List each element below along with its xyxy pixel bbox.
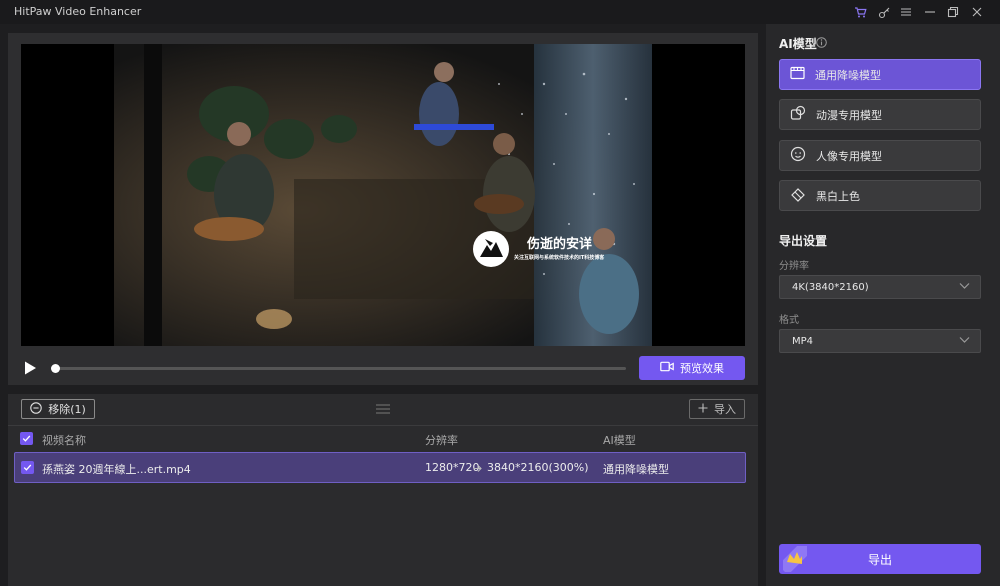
menu-icon[interactable] (898, 4, 914, 20)
watermark-subtitle: 关注互联网与系统软件技术的IT科技博客 (514, 255, 605, 261)
remove-circle-icon (30, 401, 42, 417)
collapse-handle-icon[interactable] (374, 402, 392, 416)
ai-model-title: AI模型 (779, 37, 817, 51)
import-button-label: 导入 (714, 403, 736, 416)
plus-icon (698, 403, 708, 416)
file-list-panel (8, 394, 758, 586)
row-model: 通用降噪模型 (603, 463, 669, 476)
preview-effect-button[interactable]: 预览效果 (639, 356, 745, 380)
paint-bucket-icon (790, 186, 806, 205)
anime-icon (790, 105, 806, 124)
model-label: 黑白上色 (816, 189, 860, 203)
preview-effect-label: 预览效果 (680, 362, 724, 375)
watermark-title: 伤逝的安详 (527, 237, 593, 252)
model-general-denoise[interactable]: 通用降噪模型 (779, 59, 981, 90)
info-icon[interactable] (816, 37, 827, 51)
column-header-model: AI模型 (603, 434, 636, 447)
select-all-checkbox[interactable] (20, 432, 33, 445)
minimize-icon[interactable] (922, 4, 938, 20)
watermark: 伤逝的安详 关注互联网与系统软件技术的IT科技博客 (471, 227, 671, 271)
format-label: 格式 (779, 315, 799, 326)
app-title: HitPaw Video Enhancer (14, 5, 142, 18)
title-bar: HitPaw Video Enhancer (0, 0, 1000, 24)
progress-track[interactable] (54, 367, 626, 370)
resolution-select[interactable]: 4K(3840*2160) (779, 275, 981, 299)
film-icon (790, 66, 805, 83)
model-portrait[interactable]: 人像专用模型 (779, 140, 981, 171)
export-button-label: 导出 (867, 552, 892, 567)
progress-handle[interactable] (51, 364, 60, 373)
model-colorize[interactable]: 黑白上色 (779, 180, 981, 211)
import-button[interactable]: 导入 (689, 399, 745, 419)
resolution-value: 4K(3840*2160) (792, 281, 869, 293)
chevron-down-icon (959, 282, 970, 293)
export-settings-title: 导出设置 (779, 234, 828, 248)
model-anime[interactable]: 动漫专用模型 (779, 99, 981, 130)
export-button[interactable]: 导出 (779, 544, 981, 574)
close-icon[interactable] (969, 4, 985, 20)
remove-button-label: 移除(1) (48, 403, 86, 416)
row-source-resolution: 1280*720 (425, 461, 480, 474)
column-header-name: 视频名称 (42, 434, 86, 447)
row-checkbox[interactable] (21, 461, 34, 474)
model-label: 通用降噪模型 (815, 68, 881, 82)
cart-icon[interactable] (852, 4, 868, 20)
watermark-logo-icon (473, 231, 509, 267)
list-divider (8, 425, 758, 426)
row-target-resolution: 3840*2160(300%) (487, 461, 589, 474)
chevron-down-icon (959, 336, 970, 347)
video-camera-icon (660, 361, 674, 375)
column-header-resolution: 分辨率 (425, 434, 458, 447)
model-label: 动漫专用模型 (816, 108, 882, 122)
arrow-right-icon (473, 463, 483, 476)
video-frame (114, 44, 652, 346)
play-button[interactable] (22, 360, 38, 376)
video-preview: 伤逝的安详 关注互联网与系统软件技术的IT科技博客 (21, 44, 745, 346)
model-label: 人像专用模型 (816, 149, 882, 163)
format-value: MP4 (792, 335, 814, 347)
remove-button[interactable]: 移除(1) (21, 399, 95, 419)
restore-icon[interactable] (945, 4, 961, 20)
crown-icon (779, 544, 812, 574)
format-select[interactable]: MP4 (779, 329, 981, 353)
row-file-name: 孫燕姿 20週年線上...ert.mp4 (42, 463, 191, 476)
resolution-label: 分辨率 (779, 261, 809, 272)
face-icon (790, 146, 806, 165)
key-icon[interactable] (876, 4, 892, 20)
